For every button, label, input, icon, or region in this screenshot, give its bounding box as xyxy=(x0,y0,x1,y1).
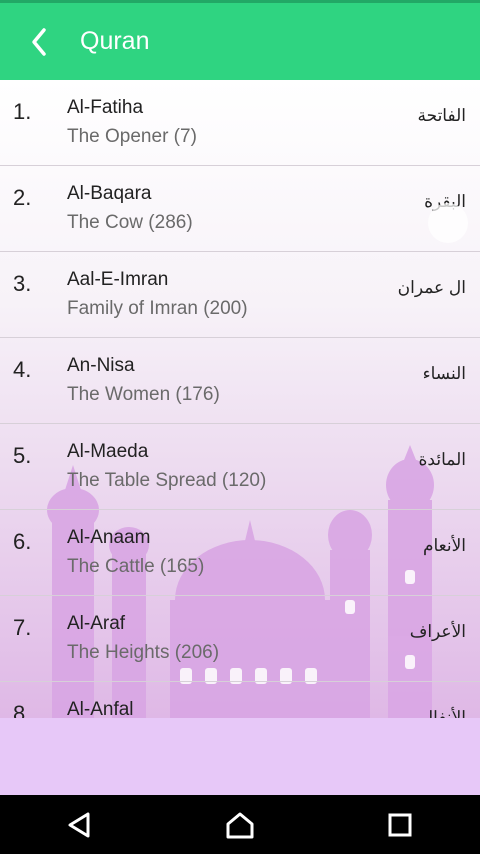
surah-subtitle: The Table Spread (120) xyxy=(67,470,267,491)
surah-number: 4. xyxy=(13,357,32,382)
surah-name: Al-Anaam xyxy=(67,527,151,548)
square-recents-icon xyxy=(388,813,412,836)
home-icon xyxy=(226,812,254,838)
nav-recents-button[interactable] xyxy=(375,800,425,850)
chevron-left-icon xyxy=(32,27,46,56)
surah-row[interactable]: 6. Al-Anaam The Cattle (165) الأنعام xyxy=(0,510,480,596)
surah-arabic-name: المائدة xyxy=(418,450,466,469)
nav-back-button[interactable] xyxy=(55,800,105,850)
surah-arabic-name: النساء xyxy=(422,364,466,383)
surah-row[interactable]: 7. Al-Araf The Heights (206) الأعراف xyxy=(0,596,480,682)
surah-subtitle: The Opener (7) xyxy=(67,126,197,147)
surah-name: Al-Anfal xyxy=(67,699,134,718)
surah-row[interactable]: 3. Aal-E-Imran Family of Imran (200) ال … xyxy=(0,252,480,338)
back-button[interactable] xyxy=(22,25,56,59)
surah-name: Aal-E-Imran xyxy=(67,269,169,290)
surah-name: An-Nisa xyxy=(67,355,135,376)
surah-arabic-name: الأنفال xyxy=(420,708,466,718)
surah-arabic-name: الفاتحة xyxy=(417,106,466,125)
surah-number: 5. xyxy=(13,443,32,468)
surah-row[interactable]: 8. Al-Anfal الأنفال xyxy=(0,682,480,718)
surah-row[interactable]: 2. Al-Baqara The Cow (286) البقرة xyxy=(0,166,480,252)
surah-name: Al-Maeda xyxy=(67,441,149,462)
page-title: Quran xyxy=(80,27,150,55)
surah-name: Al-Araf xyxy=(67,613,126,634)
surah-subtitle: The Cow (286) xyxy=(67,212,193,233)
surah-name: Al-Baqara xyxy=(67,183,152,204)
touch-ripple xyxy=(428,203,468,243)
nav-home-button[interactable] xyxy=(215,800,265,850)
surah-row[interactable]: 5. Al-Maeda The Table Spread (120) المائ… xyxy=(0,424,480,510)
surah-number: 2. xyxy=(13,185,32,210)
surah-arabic-name: ال عمران xyxy=(397,278,466,297)
system-navigation-bar xyxy=(0,795,480,854)
surah-subtitle: The Heights (206) xyxy=(67,642,220,663)
surah-row[interactable]: 1. Al-Fatiha The Opener (7) الفاتحة xyxy=(0,80,480,166)
bottom-banner xyxy=(0,718,480,795)
triangle-back-icon xyxy=(68,812,90,837)
surah-row[interactable]: 4. An-Nisa The Women (176) النساء xyxy=(0,338,480,424)
surah-list-area: 1. Al-Fatiha The Opener (7) الفاتحة 2. A… xyxy=(0,80,480,718)
surah-number: 6. xyxy=(13,529,32,554)
surah-subtitle: Family of Imran (200) xyxy=(67,298,248,319)
surah-list: 1. Al-Fatiha The Opener (7) الفاتحة 2. A… xyxy=(0,80,480,718)
surah-number: 7. xyxy=(13,615,32,640)
surah-number: 8. xyxy=(13,701,32,718)
surah-arabic-name: الأنعام xyxy=(422,536,466,555)
surah-subtitle: The Women (176) xyxy=(67,384,220,405)
app-bar: Quran xyxy=(0,3,480,80)
surah-name: Al-Fatiha xyxy=(67,97,144,118)
surah-subtitle: The Cattle (165) xyxy=(67,556,205,577)
surah-number: 3. xyxy=(13,271,32,296)
surah-arabic-name: الأعراف xyxy=(409,622,466,641)
surah-number: 1. xyxy=(13,99,32,124)
